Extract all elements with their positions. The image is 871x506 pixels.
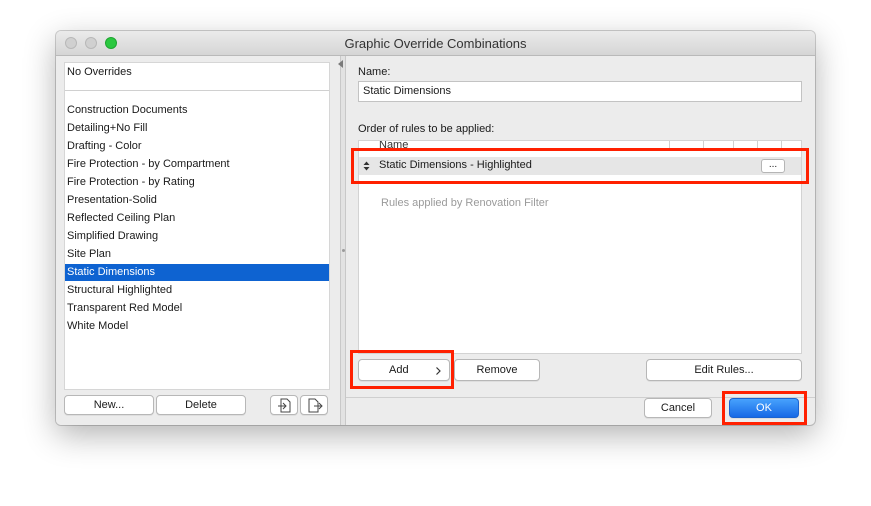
list-item[interactable]: Transparent Red Model bbox=[65, 300, 329, 317]
list-item[interactable]: Drafting - Color bbox=[65, 138, 329, 155]
collapse-arrow-icon[interactable] bbox=[338, 60, 343, 68]
title-bar: Graphic Override Combinations bbox=[56, 31, 815, 56]
highlight-ok-button bbox=[722, 391, 807, 425]
dialog-window: Graphic Override Combinations No Overrid… bbox=[56, 31, 815, 425]
list-item-selected[interactable]: Static Dimensions bbox=[65, 264, 329, 281]
splitter-grip-icon bbox=[342, 249, 345, 252]
highlight-add-button bbox=[350, 350, 454, 389]
remove-button[interactable]: Remove bbox=[454, 359, 540, 381]
cancel-button[interactable]: Cancel bbox=[644, 398, 712, 418]
list-item[interactable]: Fire Protection - by Compartment bbox=[65, 156, 329, 173]
list-separator bbox=[65, 90, 329, 91]
list-item[interactable]: White Model bbox=[65, 318, 329, 335]
panel-splitter[interactable] bbox=[340, 56, 346, 425]
window-title: Graphic Override Combinations bbox=[344, 36, 527, 51]
combinations-panel: No Overrides Construction Documents Deta… bbox=[56, 56, 340, 425]
list-item[interactable]: Construction Documents bbox=[65, 102, 329, 119]
renovation-filter-note: Rules applied by Renovation Filter bbox=[381, 197, 549, 209]
list-item-no-overrides[interactable]: No Overrides bbox=[67, 66, 132, 78]
list-item[interactable]: Structural Highlighted bbox=[65, 282, 329, 299]
list-item[interactable]: Detailing+No Fill bbox=[65, 120, 329, 137]
list-item[interactable]: Site Plan bbox=[65, 246, 329, 263]
list-item[interactable]: Reflected Ceiling Plan bbox=[65, 210, 329, 227]
edit-rules-button[interactable]: Edit Rules... bbox=[646, 359, 802, 381]
combinations-list[interactable]: No Overrides Construction Documents Deta… bbox=[64, 62, 330, 390]
new-button[interactable]: New... bbox=[64, 395, 154, 415]
export-icon bbox=[308, 398, 323, 413]
list-item[interactable]: Simplified Drawing bbox=[65, 228, 329, 245]
name-label: Name: bbox=[358, 66, 391, 78]
delete-button[interactable]: Delete bbox=[156, 395, 246, 415]
import-icon bbox=[278, 398, 291, 413]
order-label: Order of rules to be applied: bbox=[358, 123, 495, 135]
export-button[interactable] bbox=[300, 395, 328, 415]
list-item[interactable]: Presentation-Solid bbox=[65, 192, 329, 209]
name-input[interactable]: Static Dimensions bbox=[358, 81, 802, 102]
highlight-rule-row bbox=[351, 148, 809, 184]
import-button[interactable] bbox=[270, 395, 298, 415]
list-item[interactable]: Fire Protection - by Rating bbox=[65, 174, 329, 191]
